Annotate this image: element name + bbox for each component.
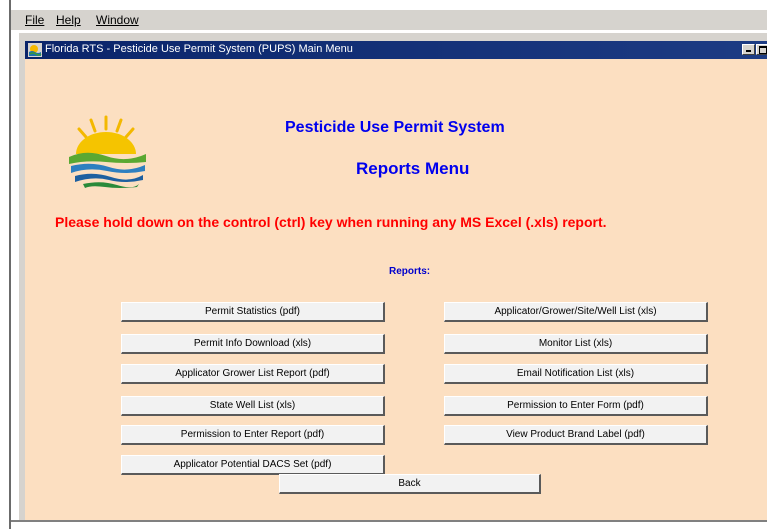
- menu-file[interactable]: File: [25, 13, 44, 27]
- internal-frame: Florida RTS - Pesticide Use Permit Syste…: [18, 32, 767, 521]
- reports-section-label: Reports:: [389, 266, 431, 277]
- minimize-button[interactable]: [742, 44, 755, 55]
- menu-window-label: Window: [96, 13, 139, 27]
- menu-help[interactable]: Help: [56, 13, 81, 27]
- permit-info-download-button[interactable]: Permit Info Download (xls): [121, 334, 385, 354]
- applicator-grower-list-report-button[interactable]: Applicator Grower List Report (pdf): [121, 364, 385, 384]
- application: File Help Window Florida RTS - Pesticide…: [11, 0, 767, 529]
- menu-file-label: File: [25, 13, 45, 27]
- state-well-list-button[interactable]: State Well List (xls): [121, 396, 385, 416]
- permission-to-enter-report-button[interactable]: Permission to Enter Report (pdf): [121, 425, 385, 445]
- menubar: File Help Window: [11, 10, 767, 30]
- menu-window[interactable]: Window: [96, 13, 139, 27]
- email-notification-list-button[interactable]: Email Notification List (xls): [444, 364, 708, 384]
- ctrl-key-warning: Please hold down on the control (ctrl) k…: [55, 214, 607, 230]
- page-subtitle: Reports Menu: [356, 159, 470, 178]
- monitor-list-button[interactable]: Monitor List (xls): [444, 334, 708, 354]
- applicator-grower-site-well-list-button[interactable]: Applicator/Grower/Site/Well List (xls): [444, 302, 708, 322]
- bottom-border: [11, 520, 767, 522]
- window-title: Florida RTS - Pesticide Use Permit Syste…: [45, 43, 353, 55]
- maximize-button[interactable]: [756, 44, 767, 55]
- sun-waves-logo: [69, 115, 146, 188]
- pesticide-app-icon: [28, 43, 42, 57]
- window-titlebar[interactable]: Florida RTS - Pesticide Use Permit Syste…: [25, 41, 767, 59]
- applicator-potential-dacs-set-button[interactable]: Applicator Potential DACS Set (pdf): [121, 455, 385, 475]
- menu-help-label: Help: [56, 13, 81, 27]
- reports-panel: Pesticide Use Permit System Reports Menu…: [25, 59, 767, 521]
- permit-statistics-button[interactable]: Permit Statistics (pdf): [121, 302, 385, 322]
- permission-to-enter-form-button[interactable]: Permission to Enter Form (pdf): [444, 396, 708, 416]
- view-product-brand-label-button[interactable]: View Product Brand Label (pdf): [444, 425, 708, 445]
- page-title: Pesticide Use Permit System: [285, 119, 505, 136]
- back-button[interactable]: Back: [279, 474, 541, 494]
